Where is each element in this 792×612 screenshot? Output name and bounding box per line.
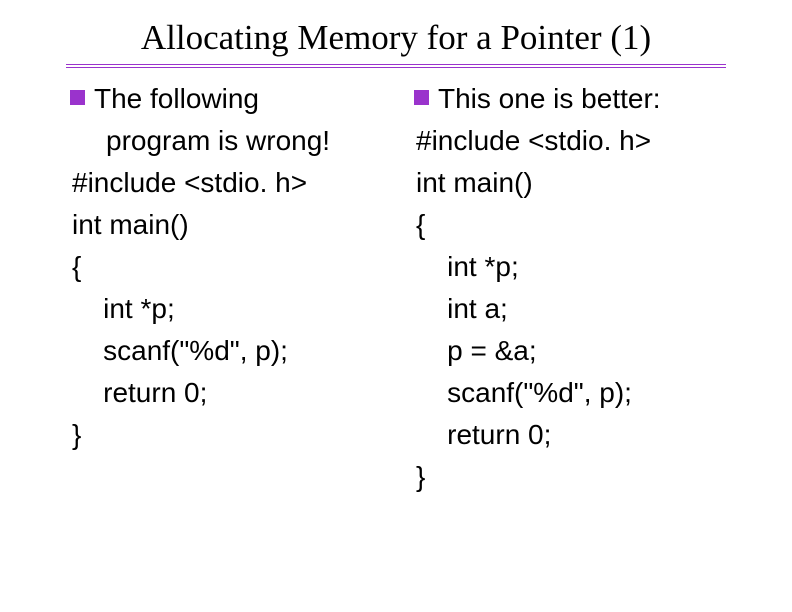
code-line: {	[416, 204, 742, 246]
bullet-icon	[70, 90, 85, 105]
left-intro-line2: program is wrong!	[72, 120, 398, 162]
code-line: {	[72, 246, 398, 288]
code-line: }	[72, 414, 398, 456]
code-line: #include <stdio. h>	[416, 120, 742, 162]
right-bullet-item: This one is better:	[416, 79, 742, 120]
code-line: int main()	[72, 204, 398, 246]
left-bullet-item: The following	[72, 79, 398, 120]
code-line: p = &a;	[416, 330, 742, 372]
code-line: int a;	[416, 288, 742, 330]
bullet-icon	[414, 90, 429, 105]
slide: Allocating Memory for a Pointer (1) The …	[0, 0, 792, 612]
code-line: int *p;	[416, 246, 742, 288]
left-intro-line1: The following	[72, 79, 398, 120]
code-line: return 0;	[72, 372, 398, 414]
code-line: #include <stdio. h>	[72, 162, 398, 204]
code-line: int main()	[416, 162, 742, 204]
right-column: This one is better: #include <stdio. h> …	[406, 79, 742, 498]
right-intro-line1: This one is better:	[416, 79, 742, 120]
code-line: int *p;	[72, 288, 398, 330]
code-line: }	[416, 456, 742, 498]
left-column: The following program is wrong! #include…	[50, 79, 398, 498]
code-line: return 0;	[416, 414, 742, 456]
code-line: scanf("%d", p);	[72, 330, 398, 372]
code-line: scanf("%d", p);	[416, 372, 742, 414]
title-underline	[66, 64, 726, 67]
content-columns: The following program is wrong! #include…	[50, 79, 742, 498]
slide-title: Allocating Memory for a Pointer (1)	[50, 18, 742, 58]
